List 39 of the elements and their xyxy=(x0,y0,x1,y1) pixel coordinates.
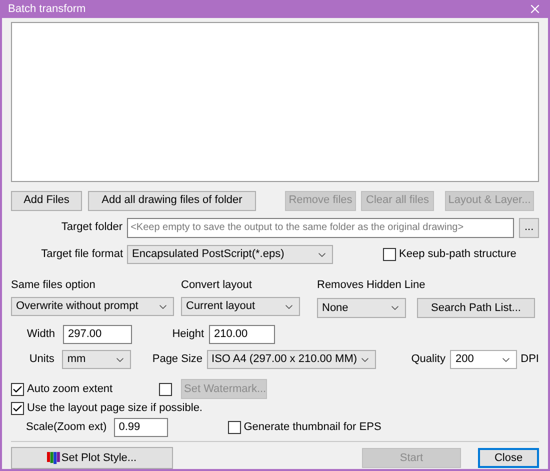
dropdown[interactable]: Encapsulated PostScript(*.eps) xyxy=(127,245,333,264)
checkbox[interactable] xyxy=(11,382,24,396)
checkbox[interactable] xyxy=(11,402,24,415)
label: DPI xyxy=(520,352,539,368)
dropdown[interactable]: 200 xyxy=(450,350,517,369)
dropdown[interactable]: ISO A4 (297.00 x 210.00 MM) xyxy=(206,350,376,369)
checkbox[interactable] xyxy=(228,421,241,434)
label: Width xyxy=(26,327,56,342)
label: Page Size xyxy=(151,352,204,368)
input-field[interactable]: 297.00 xyxy=(63,325,132,344)
pens-icon xyxy=(47,452,60,464)
label: Target folder xyxy=(60,220,124,236)
label: Auto zoom extent xyxy=(27,382,113,397)
dropdown[interactable]: mm xyxy=(62,350,131,369)
label: Units xyxy=(28,352,56,368)
close-button[interactable]: Close xyxy=(478,448,539,468)
label: Target file format xyxy=(40,247,124,262)
label: Quality xyxy=(411,352,446,368)
button[interactable]: Add Files xyxy=(11,190,82,210)
label: Generate thumbnail for EPS xyxy=(244,420,382,436)
label: Use the layout page size if possible. xyxy=(27,401,202,416)
label: Same files option xyxy=(11,278,96,292)
input-field[interactable]: 210.00 xyxy=(209,325,275,344)
label: Keep sub-path structure xyxy=(399,247,516,262)
label: Convert layout xyxy=(181,278,253,292)
browse-button[interactable]: ... xyxy=(519,218,539,238)
label: Removes Hidden Line xyxy=(317,278,426,292)
button[interactable]: Search Path List... xyxy=(417,298,535,318)
dropdown[interactable]: Overwrite without prompt xyxy=(11,297,174,316)
plot-style-button[interactable]: Set Plot Style... xyxy=(11,447,173,469)
label: Scale(Zoom ext) xyxy=(26,420,107,436)
dropdown[interactable]: Current layout xyxy=(181,297,300,316)
label: Height xyxy=(171,327,205,342)
checkbox[interactable] xyxy=(383,248,396,261)
dropdown[interactable]: None xyxy=(317,298,406,318)
input-field[interactable]: <Keep empty to save the output to the same folder as the original drawing> xyxy=(126,218,514,238)
input-field[interactable]: 0.99 xyxy=(114,418,168,437)
button[interactable]: Add all drawing files of folder xyxy=(88,190,256,210)
window-title: Batch transform xyxy=(8,2,86,16)
